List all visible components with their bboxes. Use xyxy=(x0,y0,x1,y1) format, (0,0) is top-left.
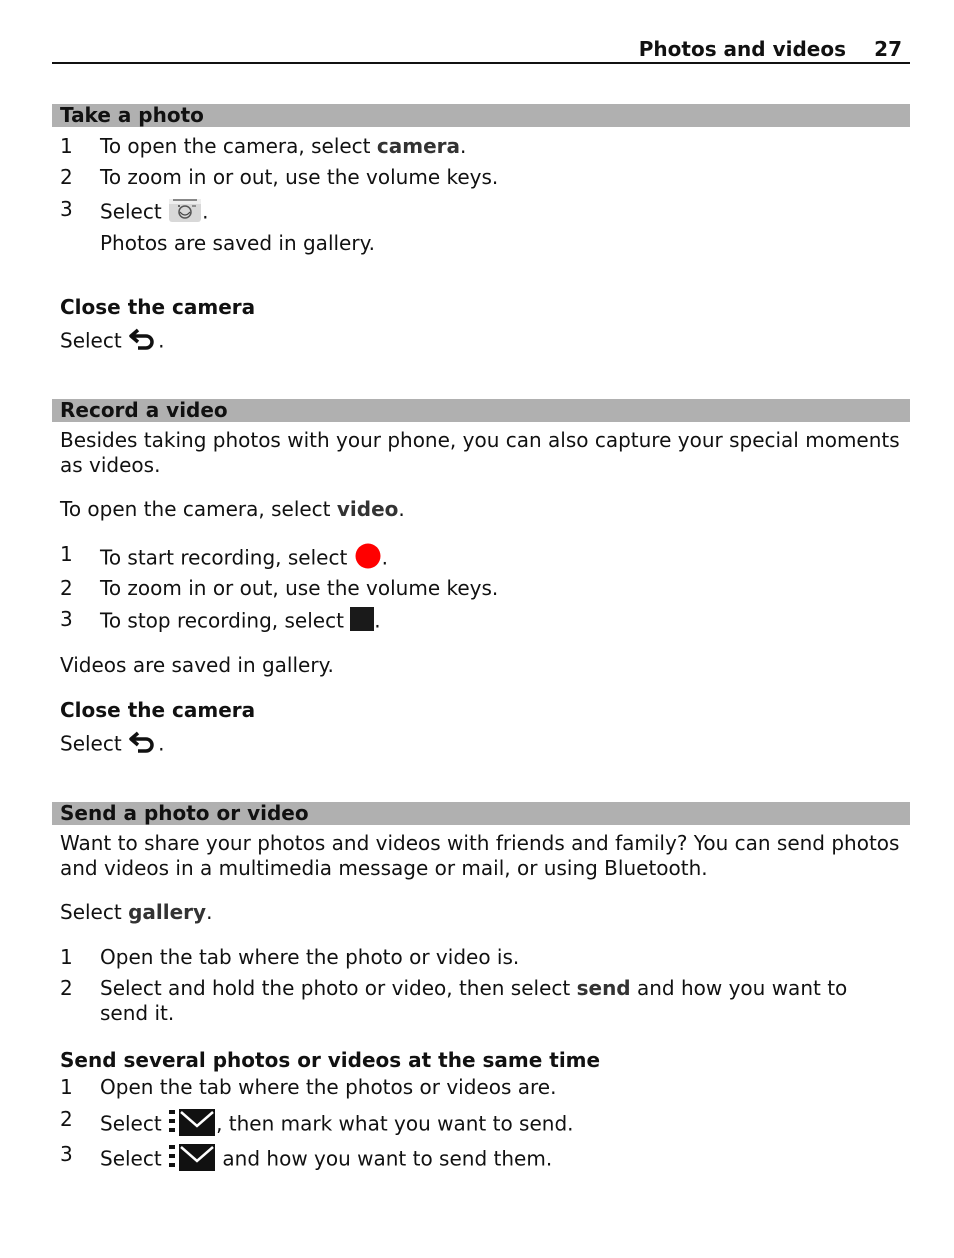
step-number: 1 xyxy=(60,542,73,566)
text: . xyxy=(158,328,165,353)
text: Select xyxy=(100,1111,169,1136)
paragraph: Want to share your photos and videos wit… xyxy=(60,831,900,880)
section-heading-text: Take a photo xyxy=(60,103,204,127)
instruction: Select gallery. xyxy=(60,900,212,925)
step-number: 1 xyxy=(60,134,73,158)
chapter-title: Photos and videos xyxy=(638,37,846,61)
section-heading-take-photo: Take a photo xyxy=(52,103,910,127)
note: Photos are saved in gallery. xyxy=(100,231,375,255)
text: . xyxy=(398,497,405,521)
step-text: To zoom in or out, use the volume keys. xyxy=(100,165,499,189)
subheading: Close the camera xyxy=(60,698,256,722)
back-arrow-icon xyxy=(128,326,158,358)
section-heading-text: Send a photo or video xyxy=(60,801,309,825)
step-number: 2 xyxy=(60,165,73,189)
step-text: To stop recording, select . xyxy=(100,607,381,637)
record-icon xyxy=(354,542,382,576)
step-text: Select and how you want to send them. xyxy=(100,1142,552,1178)
send-mail-icon xyxy=(168,1107,216,1143)
text: . xyxy=(158,731,165,756)
text: To open the camera, select xyxy=(100,134,377,158)
section-heading-record-video: Record a video xyxy=(52,398,910,422)
text: Select xyxy=(60,328,129,353)
step-number: 1 xyxy=(60,1075,73,1099)
instruction: Select . xyxy=(60,729,164,761)
instruction: Select . xyxy=(60,326,164,358)
text: Select xyxy=(100,1146,169,1171)
text: To open the camera, select xyxy=(60,497,337,521)
step-text: Select , then mark what you want to send… xyxy=(100,1107,574,1143)
step-number: 2 xyxy=(60,1107,73,1131)
instruction: To open the camera, select video. xyxy=(60,497,405,522)
step-number: 3 xyxy=(60,1142,73,1166)
step-number: 1 xyxy=(60,945,73,969)
note: Videos are saved in gallery. xyxy=(60,653,334,677)
text: Select and hold the photo or video, then… xyxy=(100,976,577,1000)
text: . xyxy=(460,134,467,158)
ui-term-gallery: gallery xyxy=(128,900,207,924)
text: . xyxy=(381,545,389,570)
step-text: To open the camera, select camera. xyxy=(100,134,466,159)
text: Select xyxy=(100,199,169,224)
send-mail-icon xyxy=(168,1142,216,1178)
back-arrow-icon xyxy=(128,729,158,761)
paragraph: Besides taking photos with your phone, y… xyxy=(60,428,900,477)
step-text: Select . xyxy=(100,197,208,229)
camera-shutter-icon xyxy=(168,197,202,229)
text: . xyxy=(374,608,381,633)
text: , then mark what you want to send. xyxy=(216,1111,574,1136)
subheading: Close the camera xyxy=(60,295,256,319)
step-number: 3 xyxy=(60,607,73,631)
text: Select xyxy=(60,900,129,924)
text: . xyxy=(202,199,209,224)
step-text: To zoom in or out, use the volume keys. xyxy=(100,576,499,600)
step-text: Open the tab where the photo or video is… xyxy=(100,945,520,969)
step-number: 2 xyxy=(60,576,73,600)
step-number: 3 xyxy=(60,197,73,221)
stop-icon xyxy=(350,607,375,637)
step-text: Open the tab where the photos or videos … xyxy=(100,1075,557,1099)
step-text: Select and hold the photo or video, then… xyxy=(100,976,900,1026)
subheading: Send several photos or videos at the sam… xyxy=(60,1048,601,1072)
section-heading-send: Send a photo or video xyxy=(52,801,910,825)
step-text: To start recording, select . xyxy=(100,542,388,576)
text: . xyxy=(206,900,213,924)
section-heading-text: Record a video xyxy=(60,398,228,422)
ui-term-camera: camera xyxy=(376,134,460,158)
text: Select xyxy=(60,731,129,756)
text: To start recording, select xyxy=(100,545,354,570)
page-header: Photos and videos 27 xyxy=(52,36,910,64)
text: and how you want to send them. xyxy=(216,1146,553,1171)
ui-term-video: video xyxy=(336,497,399,521)
step-number: 2 xyxy=(60,976,73,1000)
text: To stop recording, select xyxy=(100,608,351,633)
ui-term-send: send xyxy=(576,976,631,1000)
page-number: 27 xyxy=(874,37,902,61)
